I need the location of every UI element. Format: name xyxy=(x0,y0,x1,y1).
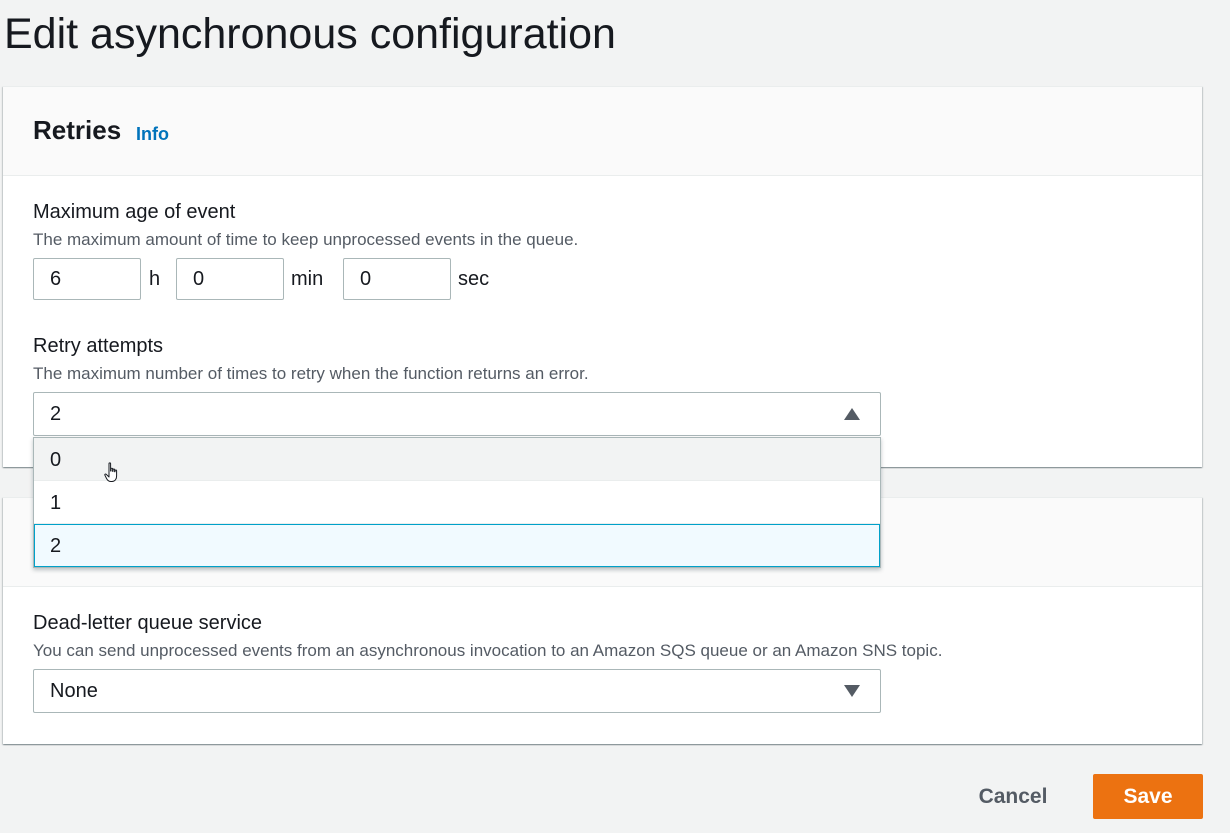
retry-option-label: 0 xyxy=(50,449,62,471)
retry-option-2[interactable]: 2 xyxy=(34,524,880,567)
hours-unit: h xyxy=(149,268,161,290)
retry-option-0[interactable]: 0 xyxy=(34,438,880,481)
dlq-label: Dead-letter queue service xyxy=(33,612,263,634)
retry-option-label: 2 xyxy=(50,535,62,557)
retry-attempts-select[interactable]: 2 xyxy=(33,392,881,436)
dlq-selected-value: None xyxy=(50,680,98,702)
max-age-seconds-input[interactable] xyxy=(343,258,451,300)
retry-option-1[interactable]: 1 xyxy=(34,481,880,524)
dlq-description: You can send unprocessed events from an … xyxy=(33,641,943,660)
retry-attempts-description: The maximum number of times to retry whe… xyxy=(33,364,589,383)
retries-panel-header: Retries Info xyxy=(3,87,1202,176)
hand-pointer-icon xyxy=(104,462,118,482)
dlq-select[interactable]: None xyxy=(33,669,881,713)
cancel-button[interactable]: Cancel xyxy=(960,775,1066,819)
page-title: Edit asynchronous configuration xyxy=(4,10,616,58)
retries-title: Retries xyxy=(33,115,122,145)
max-age-label: Maximum age of event xyxy=(33,201,236,223)
minutes-unit: min xyxy=(291,268,324,290)
max-age-description: The maximum amount of time to keep unpro… xyxy=(33,230,579,249)
retry-attempts-dropdown: 0 1 2 xyxy=(33,437,881,568)
seconds-unit: sec xyxy=(458,268,490,290)
retry-attempts-label: Retry attempts xyxy=(33,335,164,357)
max-age-hours-input[interactable] xyxy=(33,258,141,300)
retry-attempts-selected-value: 2 xyxy=(50,403,62,425)
max-age-minutes-input[interactable] xyxy=(176,258,284,300)
caret-up-icon xyxy=(844,408,860,420)
save-button[interactable]: Save xyxy=(1093,774,1203,819)
retries-info-link[interactable]: Info xyxy=(136,124,169,145)
caret-down-icon xyxy=(844,685,860,697)
retry-option-label: 1 xyxy=(50,492,62,514)
